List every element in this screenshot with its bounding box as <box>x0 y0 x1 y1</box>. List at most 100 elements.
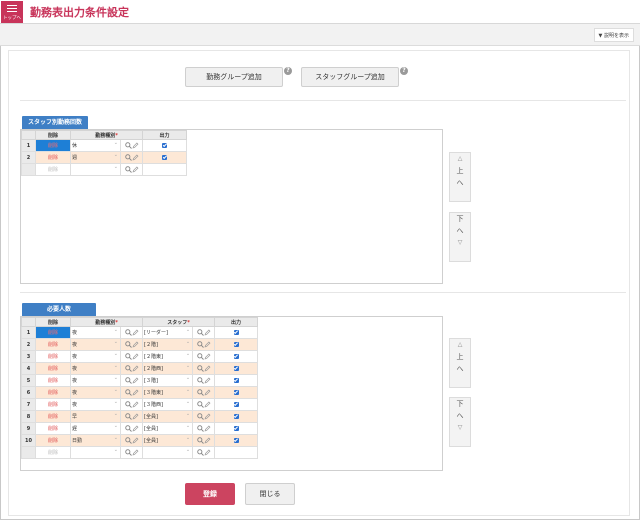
delete-link[interactable]: 削除 <box>35 386 71 399</box>
delete-link[interactable]: 削除 <box>35 151 71 164</box>
search-icon[interactable] <box>196 437 204 444</box>
staff-select[interactable]: [３階東] ⌄ <box>142 386 194 399</box>
pencil-icon[interactable] <box>204 401 211 408</box>
search-icon[interactable] <box>124 389 132 396</box>
search-icon[interactable] <box>124 413 132 420</box>
move-down-label[interactable]: 下 <box>450 398 470 410</box>
staff-select[interactable]: [２階東] ⌄ <box>142 350 194 363</box>
staff-select[interactable]: [３階西] ⌄ <box>142 398 194 411</box>
delete-link[interactable]: 削除 <box>35 163 71 176</box>
help-icon[interactable]: ? <box>400 67 408 75</box>
search-icon[interactable] <box>196 329 204 336</box>
staff-select[interactable]: [２階] ⌄ <box>142 338 194 351</box>
move-bottom-button[interactable]: ▽ <box>450 237 470 249</box>
move-up-caret-icon[interactable]: へ <box>450 177 470 189</box>
output-checkbox[interactable] <box>233 365 239 371</box>
pencil-icon[interactable] <box>204 329 211 336</box>
pencil-icon[interactable] <box>132 437 139 444</box>
delete-link[interactable]: 削除 <box>35 338 71 351</box>
output-checkbox[interactable] <box>233 413 239 419</box>
search-icon[interactable] <box>124 437 132 444</box>
shift-type-select[interactable]: 夜 ⌄ <box>70 362 121 375</box>
search-icon[interactable] <box>124 341 132 348</box>
pencil-icon[interactable] <box>204 341 211 348</box>
shift-type-select[interactable]: 夜 ⌄ <box>70 338 121 351</box>
shift-type-select[interactable]: 夜 ⌄ <box>70 374 121 387</box>
pencil-icon[interactable] <box>132 329 139 336</box>
output-checkbox[interactable] <box>233 377 239 383</box>
search-icon[interactable] <box>124 377 132 384</box>
pencil-icon[interactable] <box>204 353 211 360</box>
delete-link[interactable]: 削除 <box>35 326 71 339</box>
output-checkbox[interactable] <box>233 341 239 347</box>
move-up-label[interactable]: 上 <box>450 165 470 177</box>
shift-type-select[interactable]: 夜 ⌄ <box>70 398 121 411</box>
search-icon[interactable] <box>196 353 204 360</box>
shift-type-select[interactable]: ⌄ <box>70 163 121 176</box>
search-icon[interactable] <box>196 425 204 432</box>
staff-select[interactable]: [３階] ⌄ <box>142 374 194 387</box>
move-down-caret-icon[interactable]: へ <box>450 410 470 422</box>
pencil-icon[interactable] <box>132 389 139 396</box>
move-top-button[interactable]: △ <box>450 153 470 165</box>
shift-type-select[interactable]: 休 ⌄ <box>70 139 121 152</box>
search-icon[interactable] <box>196 401 204 408</box>
move-down-label[interactable]: 下 <box>450 213 470 225</box>
shift-type-select[interactable]: 夜 ⌄ <box>70 326 121 339</box>
pencil-icon[interactable] <box>132 425 139 432</box>
delete-link[interactable]: 削除 <box>35 410 71 423</box>
shift-type-select[interactable]: 日勤 ⌄ <box>70 434 121 447</box>
pencil-icon[interactable] <box>132 341 139 348</box>
pencil-icon[interactable] <box>132 353 139 360</box>
delete-link[interactable]: 削除 <box>35 422 71 435</box>
pencil-icon[interactable] <box>204 425 211 432</box>
move-up-label[interactable]: 上 <box>450 351 470 363</box>
show-explanation-button[interactable]: ▼ 説明を表示 <box>593 28 634 42</box>
move-top-button[interactable]: △ <box>450 339 470 351</box>
search-icon[interactable] <box>124 425 132 432</box>
pencil-icon[interactable] <box>132 449 139 456</box>
staff-select[interactable]: [全員] ⌄ <box>142 422 194 435</box>
output-checkbox[interactable] <box>233 437 239 443</box>
delete-link[interactable]: 削除 <box>35 434 71 447</box>
pencil-icon[interactable] <box>132 377 139 384</box>
add-staff-group-button[interactable]: スタッフグループ追加 <box>301 67 399 87</box>
search-icon[interactable] <box>196 449 204 456</box>
move-bottom-button[interactable]: ▽ <box>450 422 470 434</box>
delete-link[interactable]: 削除 <box>35 362 71 375</box>
search-icon[interactable] <box>124 154 132 161</box>
pencil-icon[interactable] <box>204 377 211 384</box>
shift-type-select[interactable]: 遅 ⌄ <box>70 422 121 435</box>
pencil-icon[interactable] <box>132 154 139 161</box>
search-icon[interactable] <box>124 449 132 456</box>
pencil-icon[interactable] <box>204 437 211 444</box>
shift-type-select[interactable]: 早 ⌄ <box>70 410 121 423</box>
search-icon[interactable] <box>196 365 204 372</box>
staff-select[interactable]: ⌄ <box>142 446 194 459</box>
shift-type-select[interactable]: 夜 ⌄ <box>70 386 121 399</box>
staff-select[interactable]: [全員] ⌄ <box>142 410 194 423</box>
output-checkbox[interactable] <box>233 329 239 335</box>
pencil-icon[interactable] <box>204 389 211 396</box>
search-icon[interactable] <box>124 166 132 173</box>
output-checkbox[interactable] <box>233 353 239 359</box>
staff-select[interactable]: [リーダー] ⌄ <box>142 326 194 339</box>
add-shift-group-button[interactable]: 勤務グループ追加 <box>185 67 283 87</box>
search-icon[interactable] <box>196 413 204 420</box>
move-up-caret-icon[interactable]: へ <box>450 363 470 375</box>
staff-select[interactable]: [全員] ⌄ <box>142 434 194 447</box>
output-checkbox[interactable] <box>162 154 168 160</box>
pencil-icon[interactable] <box>132 413 139 420</box>
output-checkbox[interactable] <box>233 401 239 407</box>
delete-link[interactable]: 削除 <box>35 350 71 363</box>
shift-type-select[interactable]: 夜 ⌄ <box>70 350 121 363</box>
close-button[interactable]: 閉じる <box>245 483 295 505</box>
pencil-icon[interactable] <box>132 142 139 149</box>
pencil-icon[interactable] <box>132 401 139 408</box>
move-down-caret-icon[interactable]: へ <box>450 225 470 237</box>
search-icon[interactable] <box>124 329 132 336</box>
staff-select[interactable]: [２階西] ⌄ <box>142 362 194 375</box>
delete-link[interactable]: 削除 <box>35 139 71 152</box>
output-checkbox[interactable] <box>162 142 168 148</box>
search-icon[interactable] <box>124 142 132 149</box>
